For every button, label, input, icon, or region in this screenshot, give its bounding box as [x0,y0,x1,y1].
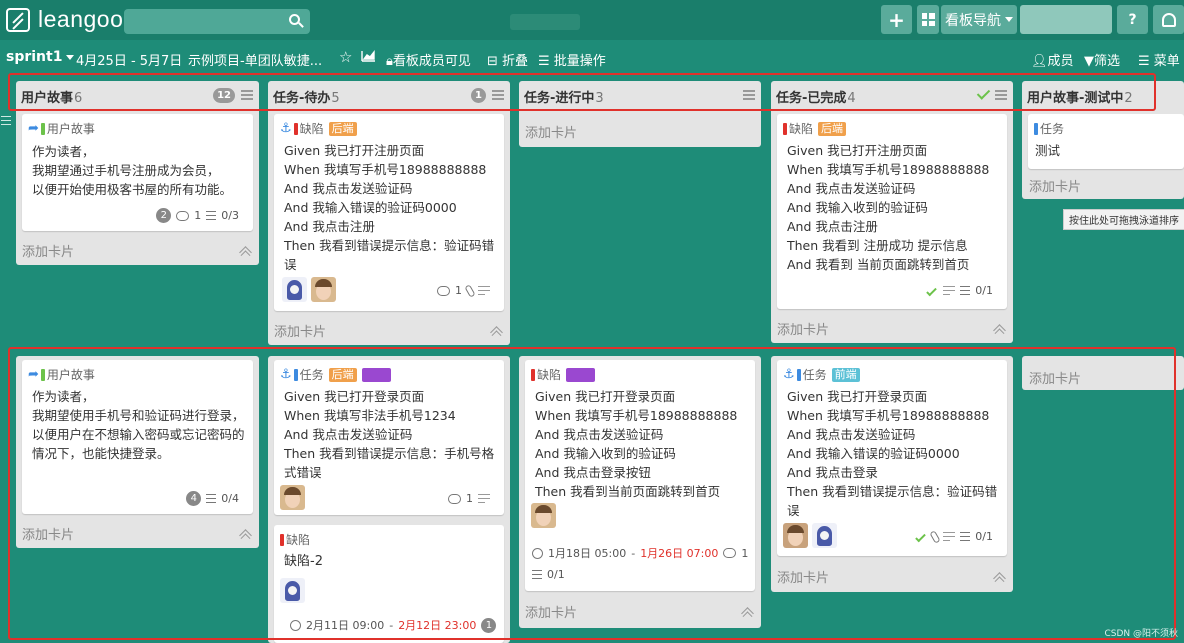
type-bar [1034,122,1038,135]
description-icon [943,285,956,296]
apps-button[interactable] [917,5,939,34]
add-button[interactable]: + [881,5,912,34]
checklist-icon [960,286,971,295]
add-card-button[interactable]: 添加卡片 [777,319,829,338]
card-text: Given 我已打开注册页面 When 我填写手机号18988888888 An… [787,143,990,272]
visibility-label: 看板成员可见 [392,54,471,69]
menu-icon: ☰ [1138,54,1150,69]
card-type: 缺陷 后端 [783,120,847,137]
visibility-button[interactable]: 🔒︎看板成员可见 [386,50,471,69]
add-card-button[interactable]: 添加卡片 [525,122,577,141]
type-bar [40,122,45,135]
menu-label: 菜单 [1153,54,1180,69]
lock-icon: 🔒︎ [386,54,393,69]
sprint-label: sprint1 [6,49,63,65]
batch-label: 批量操作 [553,54,606,69]
story-points-badge: 2 [156,208,172,223]
board-header: sprint1 4月25日 - 5月7日 示例项目-单团队敏捷... ☆ 🔒︎看… [0,48,1184,72]
filter-button[interactable]: ▼筛选 [1084,50,1120,69]
fold-icon: ⊟ [487,54,498,69]
highlight-lane-2 [8,347,1176,640]
fold-button[interactable]: ⊟ 折叠 [487,50,528,69]
batch-operation-button[interactable]: ☰ 批量操作 [538,50,606,69]
list-check-icon: ☰ [538,54,550,69]
help-button[interactable]: ? [1117,5,1148,34]
card-task-test[interactable]: 任务 测试 [1028,114,1184,169]
comment-count: 1 [194,209,202,222]
bell-icon [1161,12,1176,27]
fold-label: 折叠 [502,54,529,69]
card-meta: 2 1 0/3 [156,208,239,223]
search-icon[interactable] [289,14,300,25]
logo-text: leangoo [38,6,124,32]
card-text: Given 我已打开注册页面 When 我填写手机号18988888888 An… [284,143,495,272]
card-type: 任务 [1034,120,1064,137]
filter-icon: ▼ [1084,54,1094,69]
checklist-count: 0/3 [221,209,239,222]
add-card-button[interactable]: 添加卡片 [22,241,74,260]
grid-icon [921,13,935,26]
star-icon[interactable]: ☆ [339,48,352,66]
card-type-label: 用户故事 [46,122,95,136]
type-bar [293,122,298,135]
done-check-icon [926,285,938,296]
card-meta: 0/1 [925,284,993,297]
notifications-button[interactable] [1153,5,1184,34]
board-nav-label: 看板导航 [945,12,1001,29]
tag-backend: 后端 [328,121,357,136]
checklist-count: 0/1 [975,284,993,297]
members-button[interactable]: 👤︎成员 [1031,50,1074,69]
board-nav-dropdown[interactable]: 看板导航 [941,5,1017,34]
search-input[interactable] [124,9,310,34]
chevron-down-icon [66,54,75,60]
swimlane-drag-handle-icon[interactable] [1,116,11,125]
card-type-label: 任务 [1040,122,1065,136]
user-icon: 👤︎ [1031,54,1048,69]
menu-button[interactable]: ☰ 菜单 [1138,50,1180,69]
anchor-icon: ⚓︎ [280,121,292,136]
sprint-dates[interactable]: 4月25日 - 5月7日 [76,50,182,69]
card-type-label: 缺陷 [299,122,324,136]
type-bar [783,122,787,135]
card-defect-register-wrong-code[interactable]: ⚓︎ 缺陷 后端 Given 我已打开注册页面 When 我填写手机号189888… [274,114,504,311]
description-icon [478,285,490,296]
card-defect-register-success[interactable]: 缺陷 后端 Given 我已打开注册页面 When 我填写手机号18988888… [777,114,1007,309]
comment-count: 1 [455,284,462,297]
chevron-down-icon [1005,17,1013,22]
card-meta: 1 [437,283,490,298]
card-text: 作为读者， 我期望通过手机号注册成为会员， 以便开始使用极客书屋的所有功能。 [32,144,233,197]
top-bar: leangoo + 看板导航 ? [0,0,1184,40]
drag-tooltip: 按住此处可拖拽泳道排序 [1063,209,1184,230]
statistics-icon[interactable] [361,50,376,66]
checklist-icon [206,211,217,220]
card-text: 测试 [1035,143,1061,158]
board-title-blurred [510,14,580,30]
comment-icon [437,285,450,296]
members-label: 成员 [1047,54,1074,69]
card-type: ➦ 用户故事 [28,120,95,137]
user-profile-button[interactable] [1020,5,1112,34]
card-type-label: 缺陷 [789,122,814,136]
logo[interactable]: leangoo [6,6,123,33]
filter-label: 筛选 [1094,54,1121,69]
avatar[interactable] [282,277,307,302]
sprint-selector[interactable]: sprint1 [6,49,75,65]
avatar[interactable] [311,277,336,302]
attachment-icon [464,283,476,298]
project-name[interactable]: 示例项目-单团队敏捷... [188,50,322,69]
card-story-register[interactable]: ➦ 用户故事 作为读者， 我期望通过手机号注册成为会员， 以便开始使用极客书屋的所… [22,114,253,231]
card-type: ⚓︎ 缺陷 后端 [280,120,357,137]
tag-backend: 后端 [818,121,847,136]
add-card-button[interactable]: 添加卡片 [1029,176,1081,195]
add-card-button[interactable]: 添加卡片 [274,321,326,340]
comment-icon [176,210,190,221]
watermark: CSDN @阳不须秋 [1104,629,1178,639]
share-icon: ➦ [28,121,39,136]
leangoo-logo-icon [6,7,30,32]
highlight-header-row [8,73,1156,111]
